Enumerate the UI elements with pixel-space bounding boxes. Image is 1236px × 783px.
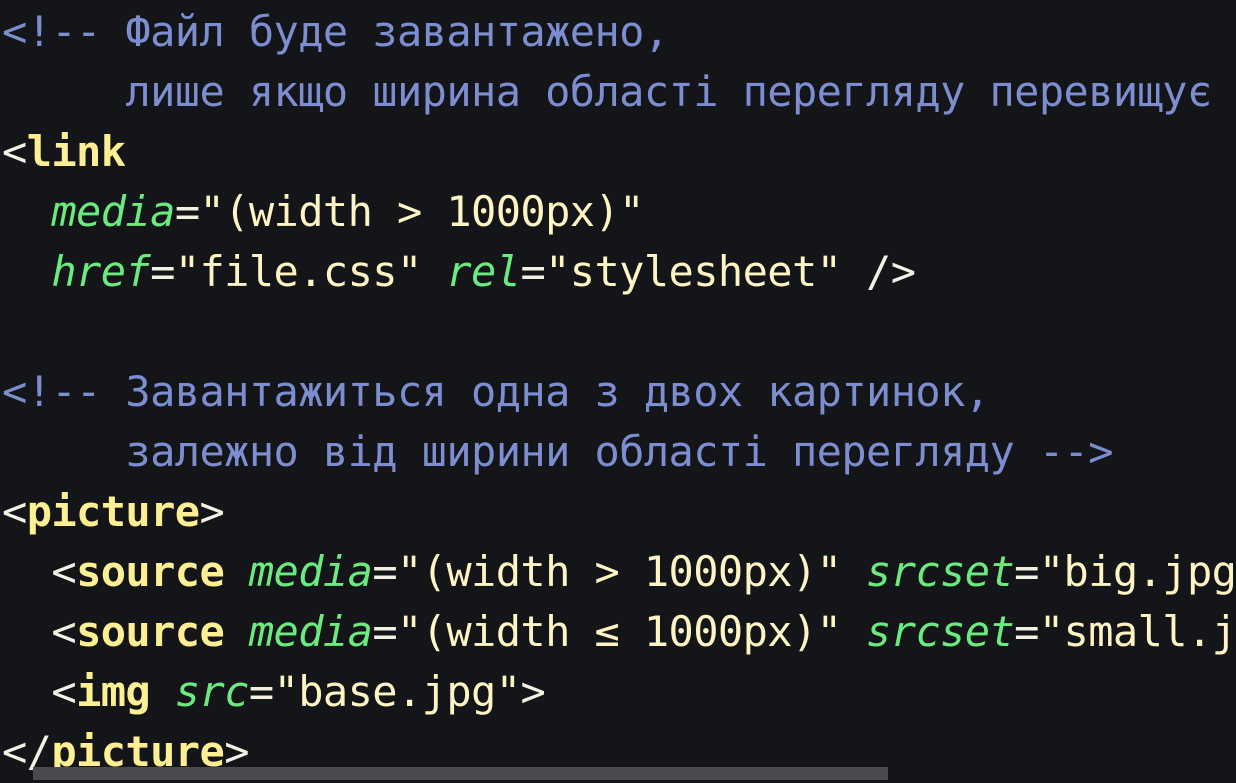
equals-sign: = (372, 607, 397, 656)
copy-icon-graphic (1158, 775, 1206, 783)
attribute-value: "small.jpg" (1038, 607, 1236, 656)
horizontal-scrollbar[interactable] (33, 767, 888, 780)
attribute-name: media (248, 547, 373, 596)
tag-bracket: /> (841, 247, 916, 296)
code-line: залежно від ширини області перегляду --> (2, 422, 1236, 482)
tag-bracket: < (51, 607, 77, 656)
equals-sign: = (248, 667, 274, 716)
tag-bracket: < (51, 547, 77, 596)
tag-name: source (76, 547, 225, 596)
attribute-name: srcset (866, 607, 1015, 656)
equals-sign: = (1014, 607, 1039, 656)
equals-sign: = (372, 547, 397, 596)
code-line: <img src="base.jpg"> (2, 662, 1236, 722)
tag-bracket: > (199, 487, 225, 536)
equals-sign: = (1014, 547, 1039, 596)
code-block: <!-- Файл буде завантажено, лише якщо ши… (2, 2, 1236, 782)
attribute-name: srcset (866, 547, 1015, 596)
tag-name: picture (26, 487, 200, 536)
attribute-name: media (51, 187, 175, 236)
attribute-name: media (248, 607, 373, 656)
code-line: <!-- Файл буде завантажено, (2, 2, 1236, 62)
comment: <!-- Завантажиться одна з двох картинок, (2, 367, 990, 416)
code-line: <link (2, 122, 1236, 182)
tag-bracket: < (2, 127, 27, 176)
attribute-value: "file.css" (174, 247, 422, 296)
code-line: media="(width > 1000px)" (2, 182, 1236, 242)
code-line-empty (2, 302, 1236, 362)
copy-icon[interactable] (1158, 760, 1206, 783)
tag-bracket: > (520, 667, 546, 716)
attribute-value: "base.jpg" (273, 667, 521, 716)
attribute-value: "(width > 1000px)" (199, 187, 645, 236)
attribute-name: src (174, 667, 250, 716)
equals-sign: = (520, 247, 546, 296)
code-editor: <!-- Файл буде завантажено, лише якщо ши… (0, 0, 1236, 783)
code-line: href="file.css" rel="stylesheet" /> (2, 242, 1236, 302)
attribute-name: rel (446, 247, 521, 296)
equals-sign: = (174, 187, 200, 236)
attribute-value: "(width ≤ 1000px)" (397, 607, 842, 656)
code-line: <!-- Завантажиться одна з двох картинок, (2, 362, 1236, 422)
code-line: лише якщо ширина області перегляду перев… (2, 62, 1236, 122)
equals-sign: = (150, 247, 175, 296)
tag-bracket: < (2, 487, 27, 536)
attribute-value: "stylesheet" (545, 247, 842, 296)
code-line: <picture> (2, 482, 1236, 542)
tag-bracket: < (51, 667, 77, 716)
attribute-name: href (51, 247, 151, 296)
tag-name: source (76, 607, 225, 656)
comment: лише якщо ширина області перегляду перев… (125, 67, 1212, 116)
tag-name: img (76, 667, 151, 716)
comment: залежно від ширини області перегляду --> (2, 427, 1113, 476)
tag-name: link (26, 127, 126, 176)
attribute-value: "big.jpg" (1038, 547, 1236, 596)
comment: <!-- Файл буде завантажено, (2, 7, 669, 56)
attribute-value: "(width > 1000px)" (397, 547, 842, 596)
code-line: <source media="(width ≤ 1000px)" srcset=… (2, 602, 1236, 662)
code-line: <source media="(width > 1000px)" srcset=… (2, 542, 1236, 602)
